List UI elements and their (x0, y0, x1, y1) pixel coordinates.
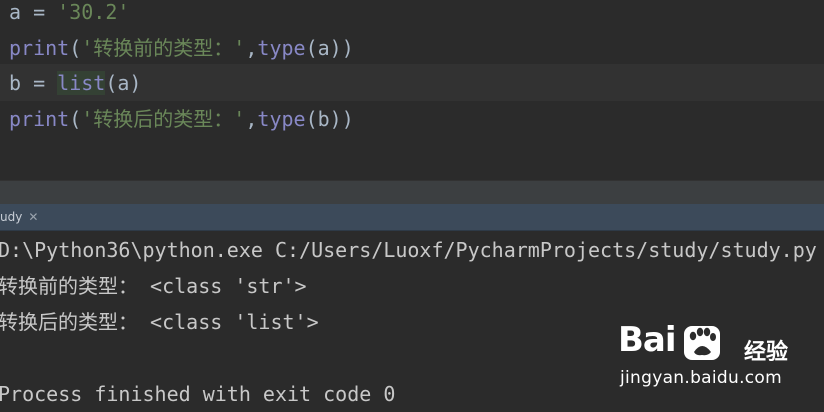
run-tab-label: udy (0, 210, 23, 224)
paren-open: ( (69, 36, 82, 60)
assign-op: = (21, 0, 58, 24)
code-line-2[interactable]: print('转换前的类型：',type(a)) (9, 31, 354, 65)
panel-separator[interactable] (0, 180, 824, 205)
run-tab-bar: udy ✕ (0, 204, 824, 231)
print-keyword: print (9, 107, 70, 131)
console-output-line: 转换前的类型： <class 'str'> (0, 274, 307, 298)
call-args: (a)) (305, 36, 354, 60)
code-line-4[interactable]: print('转换后的类型：',type(b)) (9, 102, 354, 136)
watermark-product: 经验 (744, 340, 789, 365)
comma: , (245, 107, 258, 131)
list-keyword: list (57, 71, 106, 95)
baidu-jingyan-watermark: Bai 经验 jingyan.baidu.com (618, 318, 808, 396)
string-literal: '转换后的类型：' (81, 107, 246, 131)
watermark-url: jingyan.baidu.com (620, 368, 782, 388)
console-exit-message: Process finished with exit code 0 (0, 382, 396, 406)
type-keyword: type (257, 107, 306, 131)
call-args: (a) (105, 71, 142, 95)
code-editor[interactable]: a = '30.2' print('转换前的类型：',type(a)) b = … (0, 0, 824, 180)
console-command-line: D:\Python36\python.exe C:/Users/Luoxf/Py… (0, 238, 817, 262)
string-literal: '转换前的类型：' (81, 36, 246, 60)
watermark-brand: Bai (618, 320, 677, 360)
code-line-3[interactable]: b = list(a) (9, 66, 141, 100)
baidu-paw-icon (684, 326, 720, 360)
paren-open: ( (69, 107, 82, 131)
var-a: a (9, 0, 22, 24)
call-args: (b)) (305, 107, 354, 131)
var-b: b (9, 71, 22, 95)
type-keyword: type (257, 36, 306, 60)
assign-op: = (21, 71, 58, 95)
run-tab-study[interactable]: udy ✕ (0, 204, 38, 230)
comma: , (245, 36, 258, 60)
code-line-1[interactable]: a = '30.2' (9, 0, 129, 29)
print-keyword: print (9, 36, 70, 60)
string-literal: '30.2' (57, 0, 130, 24)
close-icon[interactable]: ✕ (28, 210, 38, 224)
console-output-line: 转换后的类型： <class 'list'> (0, 310, 319, 334)
